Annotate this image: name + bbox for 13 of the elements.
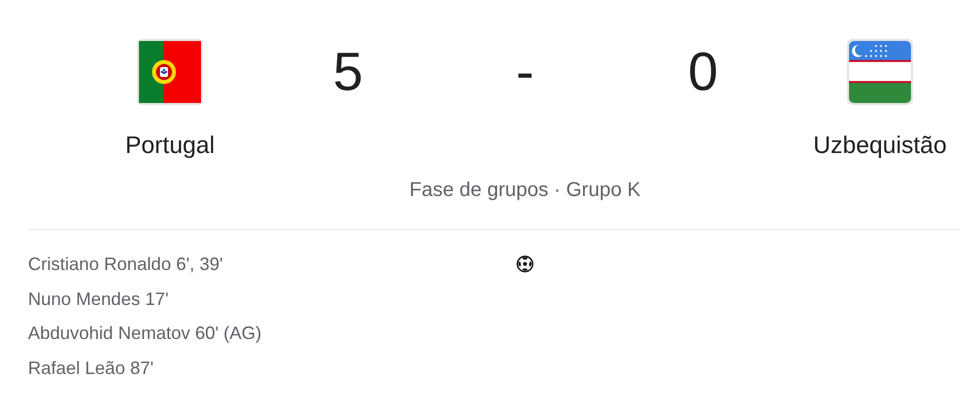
goal-scorer: Nuno Mendes 17' xyxy=(28,288,170,310)
home-score: 5 xyxy=(332,41,364,104)
away-score: 0 xyxy=(686,41,720,104)
team-name: Uzbequistão xyxy=(813,132,947,160)
goal-scorer: Abduvohid Nematov 60' (AG) xyxy=(28,322,263,345)
team-name: Portugal xyxy=(125,132,215,160)
goal-scorer: Rafael Leão 87' xyxy=(28,356,155,380)
match-stage: Fase de grupos · Grupo K xyxy=(408,178,642,203)
score-separator: - xyxy=(515,41,535,104)
flag-icon xyxy=(846,38,914,106)
soccer-ball-icon xyxy=(516,255,534,273)
goal-scorer: Cristiano Ronaldo 6', 39' xyxy=(28,253,224,276)
flag-icon xyxy=(136,38,204,106)
